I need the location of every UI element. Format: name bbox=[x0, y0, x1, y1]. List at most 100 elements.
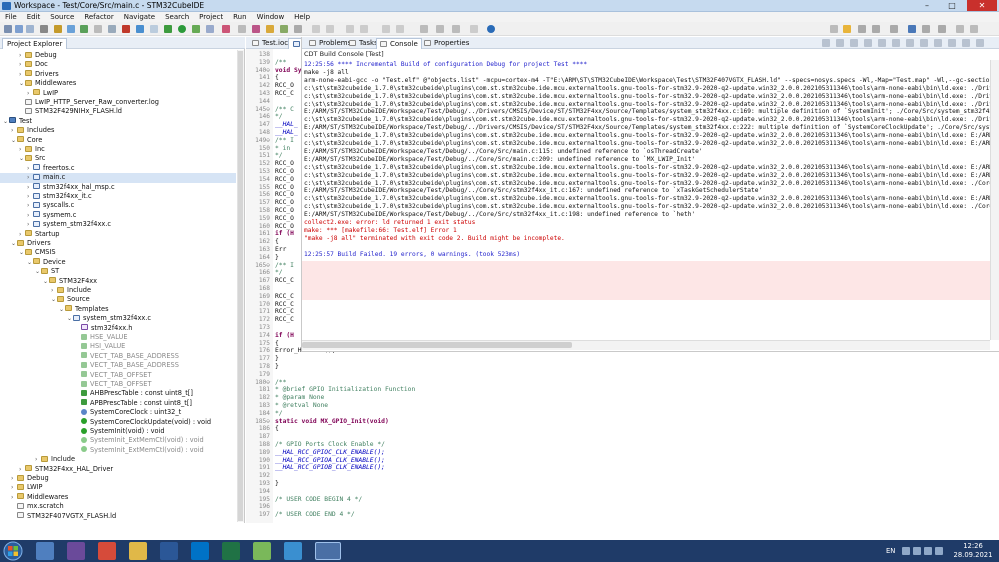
menu-item-navigate[interactable]: Navigate bbox=[119, 12, 160, 22]
tray-icon[interactable] bbox=[902, 547, 910, 555]
forward-icon[interactable] bbox=[436, 25, 444, 33]
console-vscrollbar[interactable] bbox=[990, 60, 999, 340]
toolbar-icon[interactable] bbox=[312, 25, 320, 33]
scrollbar-thumb[interactable] bbox=[238, 51, 243, 521]
toolbar-icon[interactable] bbox=[108, 25, 116, 33]
console-toolbar-icon[interactable] bbox=[836, 39, 844, 47]
console-toolbar-icon[interactable] bbox=[850, 39, 858, 47]
tree-item[interactable]: AHBPrescTable : const uint8_t[] bbox=[0, 389, 236, 398]
tree-item[interactable]: › stm32f4xx_it.c bbox=[0, 192, 236, 201]
toolbar-icon[interactable] bbox=[858, 25, 866, 33]
console-toolbar-icon[interactable] bbox=[864, 39, 872, 47]
tree-item[interactable]: › stm32f4xx_hal_msp.c bbox=[0, 183, 236, 192]
toolbar-icon[interactable] bbox=[280, 25, 288, 33]
run-button-icon[interactable] bbox=[178, 25, 186, 33]
toolbar-icon[interactable] bbox=[222, 25, 230, 33]
console-toolbar-icon[interactable] bbox=[976, 39, 984, 47]
toolbar-icon[interactable] bbox=[150, 25, 158, 33]
console-output[interactable]: 12:25:56 **** Incremental Build of confi… bbox=[302, 60, 990, 340]
minimize-button[interactable]: – bbox=[916, 0, 938, 11]
stop-icon[interactable] bbox=[122, 25, 130, 33]
new-icon[interactable] bbox=[4, 25, 12, 33]
maximize-button[interactable]: □ bbox=[941, 0, 963, 11]
toolbar-icon[interactable] bbox=[396, 25, 404, 33]
toolbar-icon[interactable] bbox=[360, 25, 368, 33]
toolbar-icon[interactable] bbox=[382, 25, 390, 33]
word-icon[interactable] bbox=[160, 542, 178, 560]
tree-item[interactable]: HSE_VALUE bbox=[0, 333, 236, 342]
tree-item[interactable]: ⌄ Src bbox=[0, 154, 236, 163]
toolbar-icon[interactable] bbox=[238, 25, 246, 33]
toolbar-icon[interactable] bbox=[294, 25, 302, 33]
tree-item[interactable]: › Inc bbox=[0, 145, 236, 154]
tree-item[interactable]: ⌄ Drivers bbox=[0, 239, 236, 248]
menu-item-file[interactable]: File bbox=[0, 12, 22, 22]
toolbar-icon[interactable] bbox=[908, 25, 916, 33]
tree-item[interactable]: ⌄ Middlewares bbox=[0, 79, 236, 88]
chrome-icon[interactable] bbox=[98, 542, 116, 560]
toolbar-icon[interactable] bbox=[922, 25, 930, 33]
tree-item[interactable]: › LWIP bbox=[0, 483, 236, 492]
tree-item[interactable]: ⌄ ST bbox=[0, 267, 236, 276]
settings-icon[interactable] bbox=[40, 25, 48, 33]
tree-item[interactable]: › Debug bbox=[0, 51, 236, 60]
toolbar-icon[interactable] bbox=[94, 25, 102, 33]
folder-icon[interactable] bbox=[266, 25, 274, 33]
paint-icon[interactable] bbox=[253, 542, 271, 560]
volume-icon[interactable] bbox=[935, 547, 943, 555]
minimize-view-icon[interactable] bbox=[956, 25, 964, 33]
toolbar-icon[interactable] bbox=[890, 25, 898, 33]
back-icon[interactable] bbox=[420, 25, 428, 33]
tree-item[interactable]: ⌄ CMSIS bbox=[0, 248, 236, 257]
maximize-view-icon[interactable] bbox=[970, 25, 978, 33]
tree-item[interactable]: SystemCoreClockUpdate(void) : void bbox=[0, 418, 236, 427]
console-toolbar-icon[interactable] bbox=[878, 39, 886, 47]
tree-item[interactable]: › Startup bbox=[0, 230, 236, 239]
console-toolbar-icon[interactable] bbox=[962, 39, 970, 47]
console-toolbar-icon[interactable] bbox=[906, 39, 914, 47]
excel-icon[interactable] bbox=[222, 542, 240, 560]
toolbar-icon[interactable] bbox=[938, 25, 946, 33]
tree-item[interactable]: ⌄ Source bbox=[0, 295, 236, 304]
tree-item[interactable]: ⌄ Test bbox=[0, 117, 236, 126]
toolbar-icon[interactable] bbox=[326, 25, 334, 33]
menu-item-project[interactable]: Project bbox=[194, 12, 228, 22]
tree-item[interactable]: › Include bbox=[0, 455, 236, 464]
tree-item[interactable]: › system_stm32f4xx.c bbox=[0, 220, 236, 229]
tree-item[interactable]: › sysmem.c bbox=[0, 211, 236, 220]
scrollbar-thumb[interactable] bbox=[302, 342, 572, 348]
folder-icon[interactable] bbox=[129, 542, 147, 560]
toolbar-icon[interactable] bbox=[470, 25, 478, 33]
editor-tab[interactable]: Test.ioc bbox=[248, 38, 292, 49]
build-icon[interactable] bbox=[54, 25, 62, 33]
tree-item[interactable]: › LwIP bbox=[0, 89, 236, 98]
outlook-icon[interactable] bbox=[191, 542, 209, 560]
tree-item[interactable]: VECT_TAB_OFFSET bbox=[0, 380, 236, 389]
tree-item[interactable]: › main.c bbox=[0, 173, 236, 183]
tab-properties[interactable]: Properties bbox=[421, 38, 472, 49]
tree-item[interactable]: › Middlewares bbox=[0, 493, 236, 502]
tray-icon[interactable] bbox=[913, 547, 921, 555]
menu-item-source[interactable]: Source bbox=[45, 12, 79, 22]
menu-item-refactor[interactable]: Refactor bbox=[79, 12, 118, 22]
menu-item-window[interactable]: Window bbox=[252, 12, 290, 22]
tree-item[interactable]: HSI_VALUE bbox=[0, 342, 236, 351]
tree-item[interactable]: SystemInit(void) : void bbox=[0, 427, 236, 436]
tree-item[interactable]: › STM32F4xx_HAL_Driver bbox=[0, 465, 236, 474]
tree-item[interactable]: VECT_TAB_BASE_ADDRESS bbox=[0, 361, 236, 370]
tree-item[interactable]: mx.scratch bbox=[0, 502, 236, 511]
info-icon[interactable] bbox=[487, 25, 495, 33]
console-toolbar-icon[interactable] bbox=[822, 39, 830, 47]
tree-item[interactable]: stm32f4xx.h bbox=[0, 324, 236, 333]
media-player-icon[interactable] bbox=[67, 542, 85, 560]
tree-item[interactable]: SystemInit_ExtMemCtl(void) : void bbox=[0, 436, 236, 445]
run-icon[interactable] bbox=[80, 25, 88, 33]
toolbar-icon[interactable] bbox=[206, 25, 214, 33]
debug-icon[interactable] bbox=[67, 25, 75, 33]
tree-item[interactable]: › Includes bbox=[0, 126, 236, 135]
tree-item[interactable]: › Include bbox=[0, 286, 236, 295]
menu-item-edit[interactable]: Edit bbox=[22, 12, 46, 22]
system-clock[interactable]: 12:26 28.09.2021 bbox=[953, 542, 993, 560]
toolbar-icon[interactable] bbox=[452, 25, 460, 33]
network-icon[interactable] bbox=[924, 547, 932, 555]
